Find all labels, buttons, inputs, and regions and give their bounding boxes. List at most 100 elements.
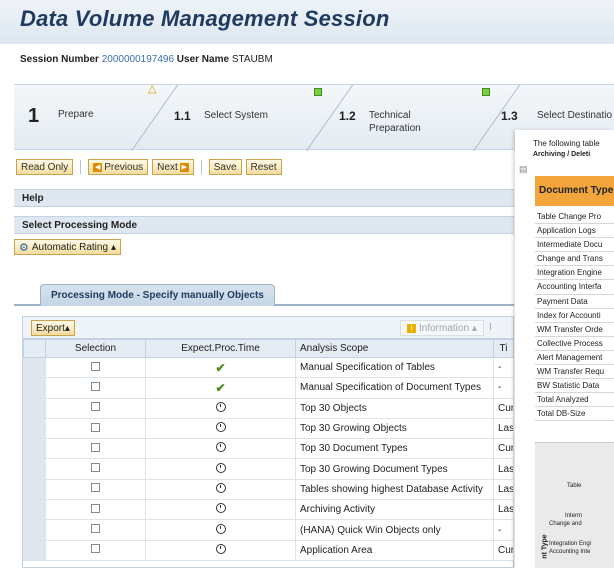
selection-cell[interactable] [45, 438, 146, 460]
session-number-label: Session Number [20, 54, 99, 65]
table-row[interactable]: Top 30 Growing Document Types Las [23, 458, 514, 480]
roadmap-step-select-system[interactable]: 1.1 Select System [164, 85, 334, 151]
processing-mode-section[interactable]: Select Processing Mode [14, 216, 514, 234]
table-row[interactable]: Application Area Cur [23, 539, 514, 561]
reset-button[interactable]: Reset [245, 159, 282, 175]
selection-cell[interactable] [45, 397, 146, 419]
table-row[interactable]: (HANA) Quick Win Objects only - [23, 519, 514, 541]
document-type-list: Table Change Pro Application Logs Intermed… [535, 210, 614, 422]
selection-checkbox[interactable] [91, 361, 100, 371]
selection-checkbox[interactable] [91, 442, 100, 452]
status-ok-icon [482, 88, 490, 96]
expected-time-cell [145, 458, 296, 480]
analysis-scope-table: Export ▴ i Information ▴ I Selection Exp… [22, 316, 514, 568]
roadmap-step-label: Select System [204, 110, 268, 121]
roadmap-step-technical-preparation[interactable]: 1.2 Technical Preparation [339, 85, 509, 151]
table-row[interactable]: Tables showing highest Database Activity… [23, 478, 514, 501]
selection-checkbox[interactable] [91, 381, 100, 391]
selection-checkbox[interactable] [91, 422, 100, 432]
expected-time-cell [145, 478, 296, 501]
save-button[interactable]: Save [208, 159, 242, 175]
row-selector-header[interactable] [23, 339, 46, 358]
table-row[interactable]: Archiving Activity Las [23, 499, 514, 521]
expected-time-cell [145, 539, 296, 561]
selection-cell[interactable] [45, 499, 146, 521]
column-header-expected-time[interactable]: Expect.Proc.Time [145, 339, 296, 358]
selection-checkbox[interactable] [91, 524, 100, 534]
selection-cell[interactable] [45, 478, 146, 501]
row-selector[interactable] [23, 519, 46, 541]
roadmap-step-prepare[interactable]: 1 Prepare △ [14, 83, 164, 151]
chart-label: Interm [565, 513, 583, 519]
panel-intro-text: The following table [533, 139, 600, 148]
analysis-scope-cell: Tables showing highest Database Activity [295, 478, 494, 501]
row-selector[interactable] [23, 499, 46, 521]
read-only-button[interactable]: Read Only [16, 159, 74, 175]
table-header-row: Selection Expect.Proc.Time Analysis Scop… [23, 339, 514, 358]
overlay-document-panel: The following table Archiving / Deleti ▤… [515, 130, 614, 568]
row-selector[interactable] [23, 377, 46, 399]
row-selector[interactable] [23, 458, 46, 480]
selection-checkbox[interactable] [91, 402, 100, 412]
document-type-chart: Table Interm Change and Integration Engi… [535, 442, 614, 568]
status-ok-icon [314, 88, 322, 96]
row-selector[interactable] [23, 417, 46, 440]
selection-cell[interactable] [45, 356, 146, 379]
automatic-rating-button[interactable]: ⚙ Automatic Rating ▴ [14, 239, 122, 255]
row-selector[interactable] [23, 356, 46, 379]
user-name-label: User Name [176, 54, 230, 65]
table-row[interactable]: Top 30 Growing Objects Las [23, 417, 514, 440]
expected-time-cell: ✔ [145, 356, 296, 379]
previous-label: Previous [104, 161, 144, 173]
selection-checkbox[interactable] [91, 503, 100, 513]
information-button[interactable]: i Information ▴ [400, 320, 485, 336]
selection-cell[interactable] [45, 458, 146, 480]
title-bar: Data Volume Management Session [0, 0, 614, 44]
expected-time-cell [145, 438, 296, 460]
selection-cell[interactable] [45, 539, 146, 561]
roadmap-step-number: 1.1 [174, 109, 191, 123]
selection-checkbox[interactable] [91, 463, 100, 473]
tab-processing-mode[interactable]: Processing Mode - Specify manually Objec… [40, 284, 275, 306]
checkmark-icon: ✔ [215, 380, 226, 395]
previous-button[interactable]: ◀ Previous [88, 159, 149, 175]
analysis-table: Selection Expect.Proc.Time Analysis Scop… [23, 339, 514, 561]
column-header-selection[interactable]: Selection [45, 339, 146, 358]
expected-time-cell [145, 397, 296, 419]
analysis-scope-cell: Manual Specification of Tables [295, 356, 494, 379]
table-row[interactable]: ✔ Manual Specification of Document Types - [23, 377, 514, 399]
panel-intro-caps: Archiving / Deleti [533, 151, 591, 158]
chart-axis-label: nt Type [541, 534, 549, 559]
selection-cell[interactable] [45, 377, 146, 399]
table-row[interactable]: ✔ Manual Specification of Tables - [23, 356, 514, 379]
table-row[interactable]: Top 30 Objects Cur [23, 397, 514, 419]
document-type-row: Index for Accounti [535, 309, 614, 323]
document-type-row: BW Statistic Data [535, 379, 614, 394]
dropdown-arrow-icon: ▴ [64, 322, 70, 334]
expected-time-cell [145, 499, 296, 521]
selection-checkbox[interactable] [91, 483, 100, 493]
table-row[interactable]: Top 30 Document Types Cur [23, 438, 514, 460]
selection-cell[interactable] [45, 519, 146, 541]
row-selector[interactable] [23, 438, 46, 460]
dropdown-arrow-icon: ▴ [111, 241, 117, 253]
page-title: Data Volume Management Session [20, 6, 390, 31]
row-selector[interactable] [23, 397, 46, 419]
column-header-truncated[interactable]: Ti [493, 339, 514, 358]
help-section[interactable]: Help [14, 189, 514, 207]
information-label: Information [419, 322, 470, 334]
expected-time-cell [145, 519, 296, 541]
truncated-cell: Las [493, 478, 514, 501]
checkmark-icon: ✔ [215, 360, 226, 375]
selection-checkbox[interactable] [91, 544, 100, 554]
next-button[interactable]: Next ▶ [152, 159, 194, 175]
export-button[interactable]: Export ▴ [31, 320, 75, 336]
document-type-row: WM Transfer Orde [535, 323, 614, 337]
info-icon: i [407, 323, 416, 333]
row-selector[interactable] [23, 539, 46, 561]
row-selector[interactable] [23, 478, 46, 501]
selection-cell[interactable] [45, 417, 146, 440]
column-header-analysis-scope[interactable]: Analysis Scope [295, 339, 494, 358]
document-type-row: Change and Trans [535, 252, 614, 267]
toolbar: Read Only ◀ Previous Next ▶ Save Reset [16, 158, 282, 176]
